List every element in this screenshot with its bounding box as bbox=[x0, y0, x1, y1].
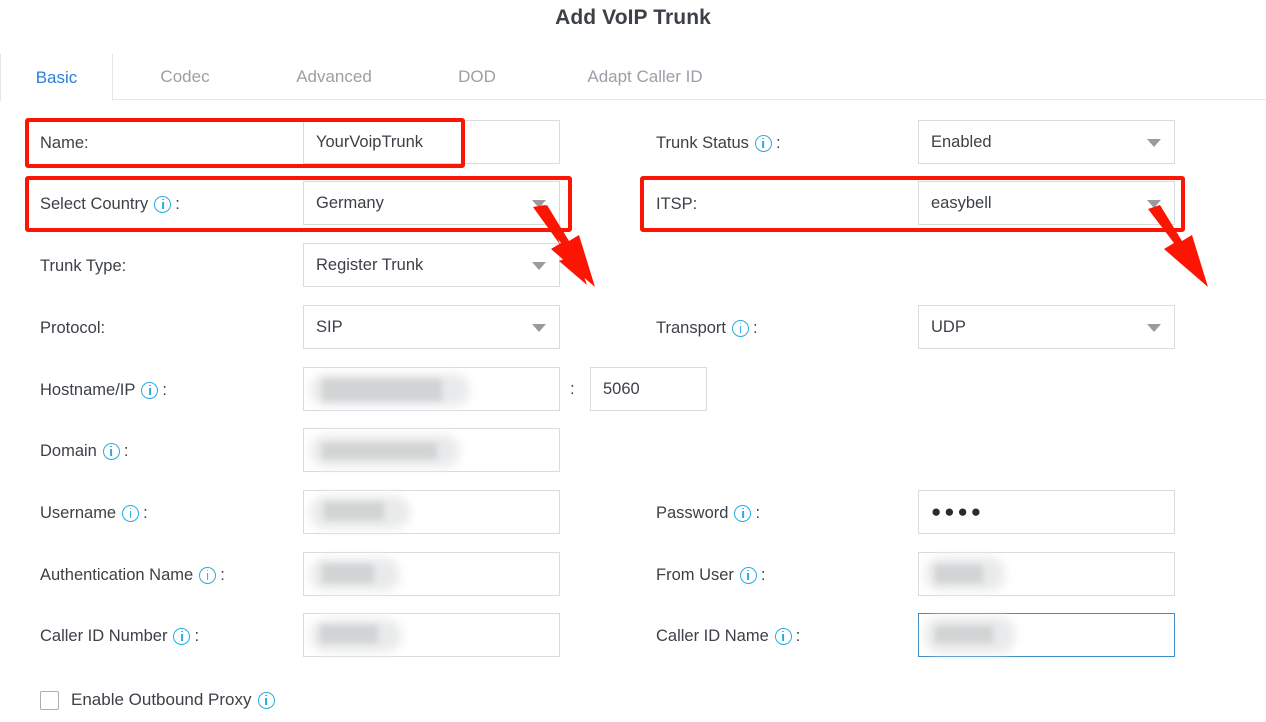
info-icon[interactable] bbox=[739, 566, 757, 584]
tab-basic[interactable]: Basic bbox=[0, 53, 113, 101]
info-icon[interactable] bbox=[141, 381, 159, 399]
chevron-down-icon bbox=[1147, 200, 1161, 208]
info-icon[interactable] bbox=[154, 195, 172, 213]
transport-value: UDP bbox=[931, 317, 966, 336]
info-icon[interactable] bbox=[122, 504, 140, 522]
redacted-value bbox=[919, 553, 1174, 595]
tab-adapt-caller-id[interactable]: Adapt Caller ID bbox=[545, 53, 745, 100]
caller-id-number-input[interactable] bbox=[303, 613, 560, 657]
host-port-separator: : bbox=[570, 379, 575, 398]
select-country-dropdown[interactable]: Germany bbox=[303, 181, 560, 225]
trunk-type-label: Trunk Type: bbox=[40, 256, 127, 275]
info-icon[interactable] bbox=[102, 442, 120, 460]
info-icon[interactable] bbox=[257, 691, 275, 709]
name-input-value: YourVoipTrunk bbox=[316, 132, 424, 151]
select-country-value: Germany bbox=[316, 193, 384, 212]
redacted-value bbox=[304, 553, 559, 595]
chevron-down-icon bbox=[1147, 139, 1161, 147]
redacted-value bbox=[304, 491, 559, 533]
transport-dropdown[interactable]: UDP bbox=[918, 305, 1175, 349]
caller-id-number-label: Caller ID Number : bbox=[40, 626, 200, 645]
protocol-dropdown[interactable]: SIP bbox=[303, 305, 560, 349]
protocol-label: Protocol: bbox=[40, 318, 106, 337]
itsp-label: ITSP: bbox=[656, 194, 698, 213]
port-input[interactable]: 5060 bbox=[590, 367, 707, 411]
redacted-value bbox=[304, 614, 559, 656]
username-input[interactable] bbox=[303, 490, 560, 534]
basic-form: Name: YourVoipTrunk Trunk Status : Enabl… bbox=[0, 100, 1266, 722]
tab-advanced[interactable]: Advanced bbox=[258, 53, 410, 100]
redacted-value bbox=[304, 429, 559, 471]
itsp-value: easybell bbox=[931, 193, 992, 212]
chevron-down-icon bbox=[1147, 324, 1161, 332]
tab-bar: Basic Codec Advanced DOD Adapt Caller ID bbox=[0, 53, 1266, 101]
domain-input[interactable] bbox=[303, 428, 560, 472]
username-label: Username : bbox=[40, 503, 148, 522]
info-icon[interactable] bbox=[774, 627, 792, 645]
caller-id-name-input[interactable] bbox=[918, 613, 1175, 657]
info-icon[interactable] bbox=[734, 504, 752, 522]
enable-outbound-proxy-checkbox[interactable] bbox=[40, 690, 59, 710]
trunk-type-dropdown[interactable]: Register Trunk bbox=[303, 243, 560, 287]
trunk-status-dropdown[interactable]: Enabled bbox=[918, 120, 1175, 164]
name-input[interactable]: YourVoipTrunk bbox=[303, 120, 560, 164]
info-icon[interactable] bbox=[199, 566, 217, 584]
enable-outbound-proxy-label: Enable Outbound Proxy bbox=[71, 690, 278, 710]
chevron-down-icon bbox=[532, 262, 546, 270]
hostname-ip-input[interactable] bbox=[303, 367, 560, 411]
transport-label: Transport : bbox=[656, 318, 758, 337]
password-label: Password : bbox=[656, 503, 761, 522]
tab-dod[interactable]: DOD bbox=[424, 53, 530, 100]
authentication-name-label: Authentication Name : bbox=[40, 565, 225, 584]
info-icon[interactable] bbox=[754, 134, 772, 152]
trunk-status-value: Enabled bbox=[931, 132, 992, 151]
hostname-ip-label: Hostname/IP : bbox=[40, 380, 167, 399]
password-input[interactable]: ●●●● bbox=[918, 490, 1175, 534]
port-value: 5060 bbox=[603, 379, 640, 398]
from-user-label: From User : bbox=[656, 565, 766, 584]
select-country-label: Select Country : bbox=[40, 194, 180, 213]
authentication-name-input[interactable] bbox=[303, 552, 560, 596]
tab-codec[interactable]: Codec bbox=[125, 53, 245, 100]
enable-outbound-proxy-row[interactable]: Enable Outbound Proxy bbox=[40, 685, 278, 715]
itsp-dropdown[interactable]: easybell bbox=[918, 181, 1175, 225]
info-icon[interactable] bbox=[732, 319, 749, 337]
caller-id-name-label: Caller ID Name : bbox=[656, 626, 801, 645]
page-title: Add VoIP Trunk bbox=[555, 6, 711, 29]
protocol-value: SIP bbox=[316, 317, 343, 336]
redacted-value bbox=[304, 368, 559, 410]
chevron-down-icon bbox=[532, 200, 546, 208]
from-user-input[interactable] bbox=[918, 552, 1175, 596]
domain-label: Domain : bbox=[40, 441, 129, 460]
trunk-type-value: Register Trunk bbox=[316, 255, 424, 274]
info-icon[interactable] bbox=[173, 627, 191, 645]
trunk-status-label: Trunk Status : bbox=[656, 133, 781, 152]
chevron-down-icon bbox=[532, 324, 546, 332]
name-label: Name: bbox=[40, 133, 89, 152]
add-voip-trunk-page: Add VoIP Trunk Basic Codec Advanced DOD … bbox=[0, 0, 1266, 722]
redacted-value bbox=[919, 614, 1174, 656]
password-value: ●●●● bbox=[931, 502, 985, 521]
